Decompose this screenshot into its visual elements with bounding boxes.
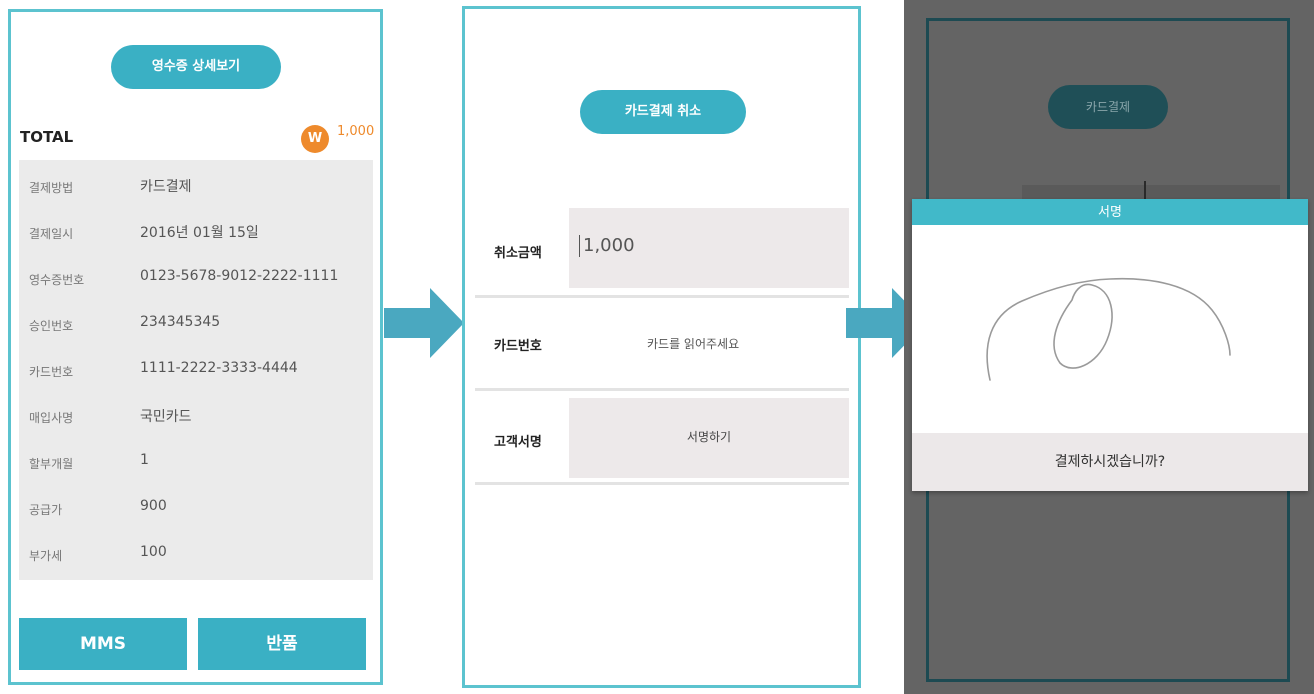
- receipt-detail-screen: 영수증 상세보기 TOTAL W 1,000 결제방법 카드결제 결제일시 20…: [8, 9, 383, 685]
- info-row: 승인번호 234345345: [19, 302, 373, 348]
- card-cancel-screen: 카드결제 취소 취소금액 1,000 카드번호 카드를 읽어주세요 고객서명 서…: [462, 6, 861, 688]
- info-value: 900: [140, 498, 167, 514]
- info-row: 공급가 900: [19, 486, 373, 532]
- total-amount: 1,000: [337, 124, 375, 139]
- info-label: 매입사명: [29, 411, 74, 425]
- info-label: 카드번호: [29, 365, 74, 379]
- info-row: 매입사명 국민카드: [19, 394, 373, 440]
- signature-dialog: 서명 결제하시겠습니까?: [912, 199, 1308, 491]
- total-label: TOTAL: [20, 128, 74, 146]
- info-label: 공급가: [29, 503, 63, 517]
- signature-stroke: [1053, 283, 1113, 369]
- info-row: 결제방법 카드결제: [19, 164, 373, 210]
- info-label: 영수증번호: [29, 273, 85, 287]
- dialog-title: 서명: [912, 199, 1308, 225]
- info-value: 2016년 01월 15일: [140, 225, 259, 241]
- divider: [475, 295, 849, 298]
- won-icon: W: [301, 125, 329, 153]
- info-value: 카드결제: [140, 179, 192, 195]
- sign-button[interactable]: 서명하기: [569, 398, 849, 478]
- info-value: 1111-2222-3333-4444: [140, 360, 298, 376]
- signature-stroke: [986, 277, 1231, 381]
- signature-screen: 카드결제 서명 결제하시겠습니까?: [904, 0, 1314, 694]
- info-label: 부가세: [29, 549, 63, 563]
- info-row: 결제일시 2016년 01월 15일: [19, 210, 373, 256]
- sign-button-label: 서명하기: [686, 430, 732, 444]
- divider: [475, 388, 849, 391]
- cancel-amount-value: 1,000: [579, 235, 635, 257]
- info-row: 영수증번호 0123-5678-9012-2222-1111: [19, 256, 373, 302]
- info-label: 결제방법: [29, 181, 74, 195]
- card-read-hint: 카드를 읽어주세요: [647, 337, 740, 351]
- info-row: 부가세 100: [19, 532, 373, 578]
- mms-button[interactable]: MMS: [19, 618, 187, 670]
- signature-pad[interactable]: [912, 225, 1308, 433]
- customer-sign-label: 고객서명: [494, 435, 542, 450]
- info-value: 100: [140, 544, 167, 560]
- info-value: 1: [140, 452, 149, 468]
- info-value: 국민카드: [140, 409, 192, 425]
- info-value: 0123-5678-9012-2222-1111: [140, 268, 339, 284]
- cancel-amount-label: 취소금액: [494, 246, 542, 261]
- card-payment-button-dimmed: 카드결제: [1048, 85, 1168, 129]
- card-number-label: 카드번호: [494, 339, 542, 354]
- info-label: 결제일시: [29, 227, 74, 241]
- return-button[interactable]: 반품: [198, 618, 366, 670]
- info-label: 할부개월: [29, 457, 74, 471]
- payment-info-list: 결제방법 카드결제 결제일시 2016년 01월 15일 영수증번호 0123-…: [19, 160, 373, 580]
- info-row: 할부개월 1: [19, 440, 373, 486]
- info-label: 승인번호: [29, 319, 74, 333]
- confirm-payment-button[interactable]: 결제하시겠습니까?: [912, 433, 1308, 491]
- divider: [475, 482, 849, 485]
- card-cancel-button[interactable]: 카드결제 취소: [580, 90, 746, 134]
- arrow-right-icon: [384, 288, 464, 358]
- info-row: 카드번호 1111-2222-3333-4444: [19, 348, 373, 394]
- receipt-detail-button[interactable]: 영수증 상세보기: [111, 45, 281, 89]
- info-value: 234345345: [140, 314, 221, 330]
- cancel-amount-input[interactable]: 1,000: [569, 208, 849, 288]
